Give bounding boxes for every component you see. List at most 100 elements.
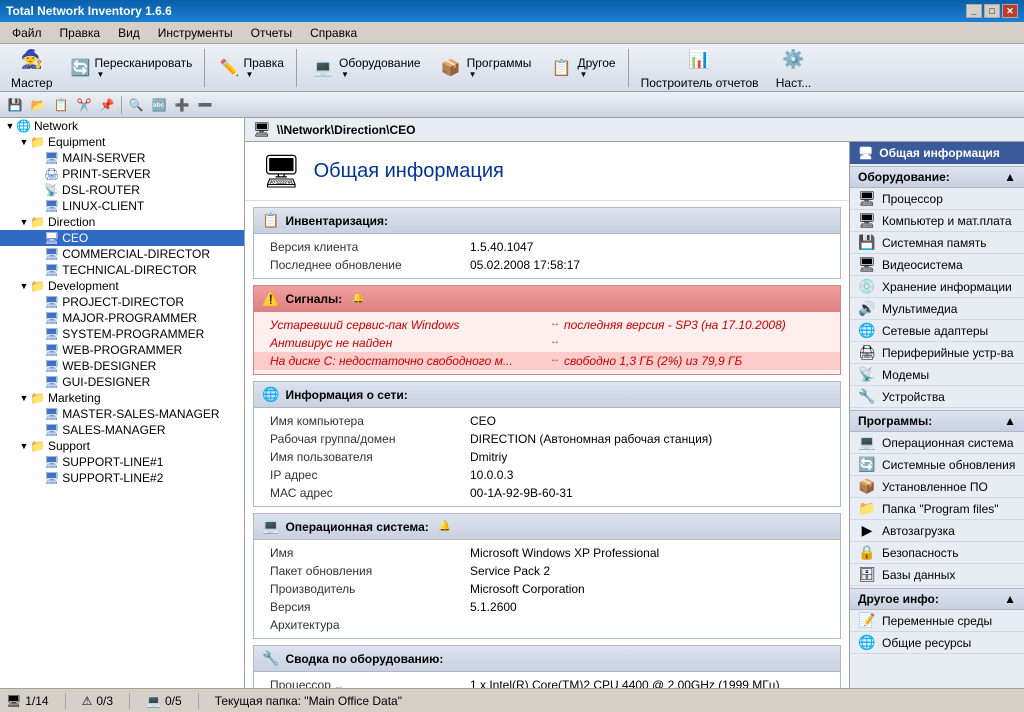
- menu-file[interactable]: Файл: [4, 24, 50, 42]
- tree-item-marketing[interactable]: ▼ 📁 Marketing: [0, 390, 244, 406]
- other-button[interactable]: 📋 Другое ▼: [540, 50, 622, 86]
- rs-peripherals[interactable]: 🖨 Периферийные устр-ва: [850, 342, 1024, 364]
- os-row-1: Пакет обновления Service Pack 2: [254, 562, 840, 580]
- rs-env-vars[interactable]: 📝 Переменные среды: [850, 610, 1024, 632]
- main-toolbar: 🧙 Мастер 🔄 Пересканировать ▼ ✏️ Правка ▼…: [0, 44, 1024, 92]
- status-other: 💻 0/5: [146, 694, 182, 708]
- maximize-button[interactable]: □: [984, 4, 1000, 18]
- inventory-section-header: 📋 Инвентаризация:: [254, 208, 840, 234]
- tree-item-web-designer[interactable]: 🖥 WEB-DESIGNER: [0, 358, 244, 374]
- tree-item-support[interactable]: ▼ 📁 Support: [0, 438, 244, 454]
- settings-button[interactable]: ⚙️ Наст...: [768, 42, 820, 94]
- rs-autostart[interactable]: ▶ Автозагрузка: [850, 520, 1024, 542]
- rs-hardware-title[interactable]: Оборудование: ▲: [850, 166, 1024, 188]
- network-row-1: Рабочая группа/домен DIRECTION (Автономн…: [254, 430, 840, 448]
- tree-item-ceo[interactable]: 🖥 CEO: [0, 230, 244, 246]
- network-section-header: 🌐 Информация о сети:: [254, 382, 840, 408]
- tree-item-project-director[interactable]: 🖥 PROJECT-DIRECTOR: [0, 294, 244, 310]
- remove-btn[interactable]: ➖: [194, 95, 216, 115]
- rs-other-title[interactable]: Другое инфо: ▲: [850, 588, 1024, 610]
- rs-program-files[interactable]: 📁 Папка "Program files": [850, 498, 1024, 520]
- cut-btn[interactable]: ✂️: [73, 95, 95, 115]
- window-controls: _ □ ✕: [966, 4, 1018, 18]
- pin-btn[interactable]: 📌: [96, 95, 118, 115]
- network-row-2: Имя пользователя Dmitriy: [254, 448, 840, 466]
- tree-item-network[interactable]: ▼ 🌐 Network: [0, 118, 244, 134]
- tree-item-support-line2[interactable]: 🖥 SUPPORT-LINE#2: [0, 470, 244, 486]
- rs-modems[interactable]: 📡 Модемы: [850, 364, 1024, 386]
- report-builder-button[interactable]: 📊 Построитель отчетов: [634, 42, 766, 94]
- tree-item-system-programmer[interactable]: 🖥 SYSTEM-PROGRAMMER: [0, 326, 244, 342]
- menu-view[interactable]: Вид: [110, 24, 148, 42]
- status-other-icon: 💻: [146, 694, 161, 708]
- rs-motherboard-icon: 🖥: [858, 212, 876, 229]
- app-title: Total Network Inventory 1.6.6: [6, 4, 172, 18]
- tree-item-gui-designer[interactable]: 🖥 GUI-DESIGNER: [0, 374, 244, 390]
- rs-databases-icon: 🗄: [858, 566, 876, 583]
- tree-item-equipment[interactable]: ▼ 📁 Equipment: [0, 134, 244, 150]
- rs-video[interactable]: 🖥 Видеосистема: [850, 254, 1024, 276]
- content-title: Общая информация: [314, 160, 504, 183]
- rs-processor[interactable]: 🖥 Процессор: [850, 188, 1024, 210]
- tree-item-support-line1[interactable]: 🖥 SUPPORT-LINE#1: [0, 454, 244, 470]
- rescan-button[interactable]: 🔄 Пересканировать ▼: [62, 52, 200, 84]
- rs-security[interactable]: 🔒 Безопасность: [850, 542, 1024, 564]
- content-area: 🖥 Общая информация 📋 Инвентаризация: Вер…: [245, 142, 1024, 688]
- menu-tools[interactable]: Инструменты: [150, 24, 241, 42]
- inventory-section: 📋 Инвентаризация: Версия клиента 1.5.40.…: [253, 207, 841, 279]
- rs-shared-resources[interactable]: 🌐 Общие ресурсы: [850, 632, 1024, 654]
- alert-row-2: На диске C: недостаточно свободного м...…: [254, 352, 840, 370]
- edit-icon: ✏️: [217, 56, 241, 80]
- tree-item-direction[interactable]: ▼ 📁 Direction: [0, 214, 244, 230]
- tree-item-web-programmer[interactable]: 🖥 WEB-PROGRAMMER: [0, 342, 244, 358]
- rs-network-adapters[interactable]: 🌐 Сетевые адаптеры: [850, 320, 1024, 342]
- hardware-section-body: Процессор ↔ 1 x Intel(R) Core(TM)2 CPU 4…: [254, 672, 840, 688]
- programs-button[interactable]: 📦 Программы ▼: [430, 50, 539, 86]
- master-button[interactable]: 🧙 Мастер: [4, 42, 60, 94]
- tree-item-commercial-director[interactable]: 🖥 COMMERCIAL-DIRECTOR: [0, 246, 244, 262]
- tree-item-technical-director[interactable]: 🖥 TECHNICAL-DIRECTOR: [0, 262, 244, 278]
- inventory-row-1: Последнее обновление 05.02.2008 17:58:17: [254, 256, 840, 274]
- rs-multimedia[interactable]: 🔊 Мультимедиа: [850, 298, 1024, 320]
- rs-security-icon: 🔒: [858, 544, 876, 561]
- rs-os[interactable]: 💻 Операционная система: [850, 432, 1024, 454]
- edit-button[interactable]: ✏️ Правка ▼: [210, 52, 291, 84]
- open-btn[interactable]: 📂: [27, 95, 49, 115]
- rs-motherboard[interactable]: 🖥 Компьютер и мат.плата: [850, 210, 1024, 232]
- os-section-body: Имя Microsoft Windows XP Professional Па…: [254, 540, 840, 638]
- status-computer-icon: 🖥: [6, 694, 21, 708]
- minimize-button[interactable]: _: [966, 4, 982, 18]
- tree-item-master-sales[interactable]: 🖥 MASTER-SALES-MANAGER: [0, 406, 244, 422]
- rs-storage[interactable]: 💿 Хранение информации: [850, 276, 1024, 298]
- tree-item-major-programmer[interactable]: 🖥 MAJOR-PROGRAMMER: [0, 310, 244, 326]
- menu-help[interactable]: Справка: [302, 24, 365, 42]
- rs-memory[interactable]: 💾 Системная память: [850, 232, 1024, 254]
- title-bar: Total Network Inventory 1.6.6 _ □ ✕: [0, 0, 1024, 22]
- rs-programs-title[interactable]: Программы: ▲: [850, 410, 1024, 432]
- menu-reports[interactable]: Отчеты: [243, 24, 300, 42]
- tree-item-main-server[interactable]: 🖥 MAIN-SERVER: [0, 150, 244, 166]
- tree-item-dsl-router[interactable]: 📡 DSL-ROUTER: [0, 182, 244, 198]
- hardware-button[interactable]: 💻 Оборудование ▼: [302, 50, 428, 86]
- rs-installed-sw[interactable]: 📦 Установленное ПО: [850, 476, 1024, 498]
- inventory-icon: 📋: [262, 212, 279, 229]
- menu-edit[interactable]: Правка: [52, 24, 109, 42]
- path-bar: 🖥 \\Network\Direction\CEO: [245, 118, 1024, 142]
- search-btn[interactable]: 🔍: [125, 95, 147, 115]
- rs-devices[interactable]: 🔧 Устройства: [850, 386, 1024, 408]
- inventory-row-0: Версия клиента 1.5.40.1047: [254, 238, 840, 256]
- tree-item-sales-manager[interactable]: 🖥 SALES-MANAGER: [0, 422, 244, 438]
- save-btn[interactable]: 💾: [4, 95, 26, 115]
- tree-item-linux-client[interactable]: 🖥 LINUX-CLIENT: [0, 198, 244, 214]
- tree-item-print-server[interactable]: 🖨 PRINT-SERVER: [0, 166, 244, 182]
- rs-databases[interactable]: 🗄 Базы данных: [850, 564, 1024, 586]
- add-btn[interactable]: ➕: [171, 95, 193, 115]
- font-btn[interactable]: 🔤: [148, 95, 170, 115]
- copy-btn[interactable]: 📋: [50, 95, 72, 115]
- network-section-icon: 🌐: [262, 386, 279, 403]
- rs-updates[interactable]: 🔄 Системные обновления: [850, 454, 1024, 476]
- tree-item-development[interactable]: ▼ 📁 Development: [0, 278, 244, 294]
- close-button[interactable]: ✕: [1002, 4, 1018, 18]
- inventory-section-body: Версия клиента 1.5.40.1047 Последнее обн…: [254, 234, 840, 278]
- os-section: 💻 Операционная система: 🔔 Имя Microsoft …: [253, 513, 841, 639]
